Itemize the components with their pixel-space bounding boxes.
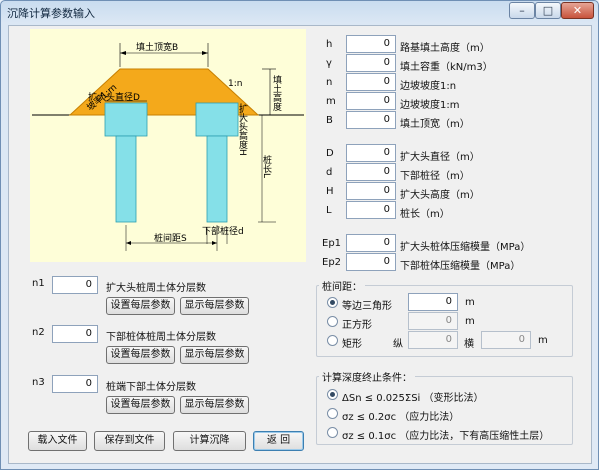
spacing-square-unit: m: [465, 316, 475, 327]
param-pile-length-symbol: L: [326, 205, 332, 216]
depth-option-deformation-label: ΔSn ≤ 0.025ΣSi （变形比法）: [342, 393, 484, 404]
spacing-horizontal-unit: m: [538, 335, 548, 346]
calculate-settlement-button[interactable]: 计算沉降: [173, 431, 246, 451]
minimize-button[interactable]: –: [509, 2, 535, 19]
spacing-group-title: 桩间距：: [319, 278, 365, 293]
param-h-label: 路基填土高度（m）: [400, 43, 490, 54]
spacing-triangle-radio[interactable]: [327, 297, 338, 308]
spacing-horizontal-label: 横: [464, 339, 474, 350]
layer-n2-input[interactable]: 0: [52, 325, 98, 343]
depth-option-stress-02-label: σz ≤ 0.2σc （应力比法）: [342, 412, 460, 423]
param-b-input[interactable]: 0: [346, 111, 396, 129]
load-file-button[interactable]: 载入文件: [28, 431, 87, 451]
param-n-symbol: n: [326, 77, 333, 88]
depth-option-stress-01-radio[interactable]: [327, 427, 338, 438]
diagram-cap-height-label: 扩大头高度H: [237, 103, 248, 156]
save-file-button[interactable]: 保存到文件: [94, 431, 165, 451]
param-cap-dia-input[interactable]: 0: [346, 144, 396, 162]
layer-n2-show-button[interactable]: 显示每层参数: [180, 346, 249, 364]
spacing-vertical-input[interactable]: 0: [408, 331, 458, 349]
settlement-params-window: 沉降计算参数输入 – □ ✕ 填土顶宽B 坡率1:m 1:n 填土高度 扩大头直…: [0, 0, 599, 470]
param-gamma-symbol: γ: [326, 58, 332, 69]
param-b-label: 填土顶宽（m）: [400, 119, 470, 130]
param-n-label: 边坡坡度1:n: [400, 81, 457, 92]
diagram-top-width-label: 填土顶宽B: [136, 41, 178, 53]
layer-n1-label: 扩大头桩周土体分层数: [106, 283, 206, 294]
layer-n3-show-button[interactable]: 显示每层参数: [180, 396, 249, 414]
window-title: 沉降计算参数输入: [7, 7, 95, 20]
embankment-pile-diagram: 填土顶宽B 坡率1:m 1:n 填土高度 扩大头直径D 扩大头高度H 桩长L 下…: [30, 29, 306, 262]
param-ep1-symbol: Ep1: [322, 238, 342, 249]
spacing-triangle-label: 等边三角形: [342, 301, 392, 312]
layer-n2-symbol: n2: [32, 327, 45, 338]
param-cap-height-label: 扩大头高度（m）: [400, 190, 480, 201]
param-cap-dia-symbol: D: [326, 148, 334, 159]
layer-n3-input[interactable]: 0: [52, 375, 98, 393]
diagram-lower-diameter-label: 下部桩径d: [202, 225, 244, 237]
spacing-vertical-label: 纵: [393, 339, 403, 350]
layer-n3-set-button[interactable]: 设置每层参数: [106, 396, 175, 414]
param-cap-dia-label: 扩大头直径（m）: [400, 152, 480, 163]
param-ep2-label: 下部桩体压缩模量（MPa）: [400, 261, 521, 272]
depth-option-stress-02-radio[interactable]: [327, 408, 338, 419]
param-ep2-symbol: Ep2: [322, 257, 342, 268]
spacing-square-label: 正方形: [342, 320, 372, 331]
param-ep1-input[interactable]: 0: [346, 234, 396, 252]
param-gamma-label: 填土容重（kN/m3）: [400, 62, 493, 73]
param-n-input[interactable]: 0: [346, 73, 396, 91]
close-button[interactable]: ✕: [561, 2, 594, 19]
param-cap-height-input[interactable]: 0: [346, 182, 396, 200]
param-m-input[interactable]: 0: [346, 92, 396, 110]
spacing-rect-radio[interactable]: [327, 335, 338, 346]
diagram-pile-length-label: 桩长L: [261, 154, 272, 178]
layer-n1-set-button[interactable]: 设置每层参数: [106, 297, 175, 315]
param-gamma-input[interactable]: 0: [346, 54, 396, 72]
param-m-label: 边坡坡度1:m: [400, 100, 460, 111]
layer-n3-label: 桩端下部土体分层数: [106, 382, 196, 393]
param-lower-dia-symbol: d: [326, 167, 333, 178]
layer-n1-show-button[interactable]: 显示每层参数: [180, 297, 249, 315]
diagram-slope-right-label: 1:n: [228, 79, 242, 89]
back-button[interactable]: 返 回: [253, 431, 304, 451]
diagram-cap-diameter-label: 扩大头直径D: [88, 91, 140, 103]
spacing-square-input[interactable]: 0: [408, 312, 458, 330]
spacing-square-radio[interactable]: [327, 316, 338, 327]
param-pile-length-label: 桩长（m）: [400, 209, 450, 220]
param-ep2-input[interactable]: 0: [346, 253, 396, 271]
param-lower-dia-label: 下部桩径（m）: [400, 171, 470, 182]
diagram-fill-height-label: 填土高度: [271, 74, 282, 112]
spacing-rect-label: 矩形: [342, 339, 362, 350]
layer-n2-label: 下部桩体桩周土体分层数: [106, 332, 216, 343]
param-m-symbol: m: [326, 96, 336, 107]
spacing-triangle-input[interactable]: 0: [408, 293, 458, 311]
param-lower-dia-input[interactable]: 0: [346, 163, 396, 181]
layer-n1-symbol: n1: [32, 278, 45, 289]
spacing-horizontal-input[interactable]: 0: [481, 331, 531, 349]
diagram-pile-spacing-label: 桩间距S: [154, 232, 187, 244]
layer-n2-set-button[interactable]: 设置每层参数: [106, 346, 175, 364]
depth-criteria-title: 计算深度终止条件：: [319, 369, 415, 384]
layer-n3-symbol: n3: [32, 377, 45, 388]
depth-option-stress-01-label: σz ≤ 0.1σc （应力比法，下有高压缩性土层）: [342, 431, 550, 442]
depth-option-deformation-radio[interactable]: [327, 389, 338, 400]
param-h-symbol: h: [326, 39, 333, 50]
layer-n1-input[interactable]: 0: [52, 276, 98, 294]
param-ep1-label: 扩大头桩体压缩模量（MPa）: [400, 242, 531, 253]
title-bar: 沉降计算参数输入 – □ ✕: [1, 1, 598, 23]
param-b-symbol: B: [326, 115, 333, 126]
param-pile-length-input[interactable]: 0: [346, 201, 396, 219]
client-area: 填土顶宽B 坡率1:m 1:n 填土高度 扩大头直径D 扩大头高度H 桩长L 下…: [8, 25, 592, 464]
maximize-button[interactable]: □: [535, 2, 561, 19]
param-cap-height-symbol: H: [326, 186, 334, 197]
param-h-input[interactable]: 0: [346, 35, 396, 53]
spacing-triangle-unit: m: [465, 297, 475, 308]
